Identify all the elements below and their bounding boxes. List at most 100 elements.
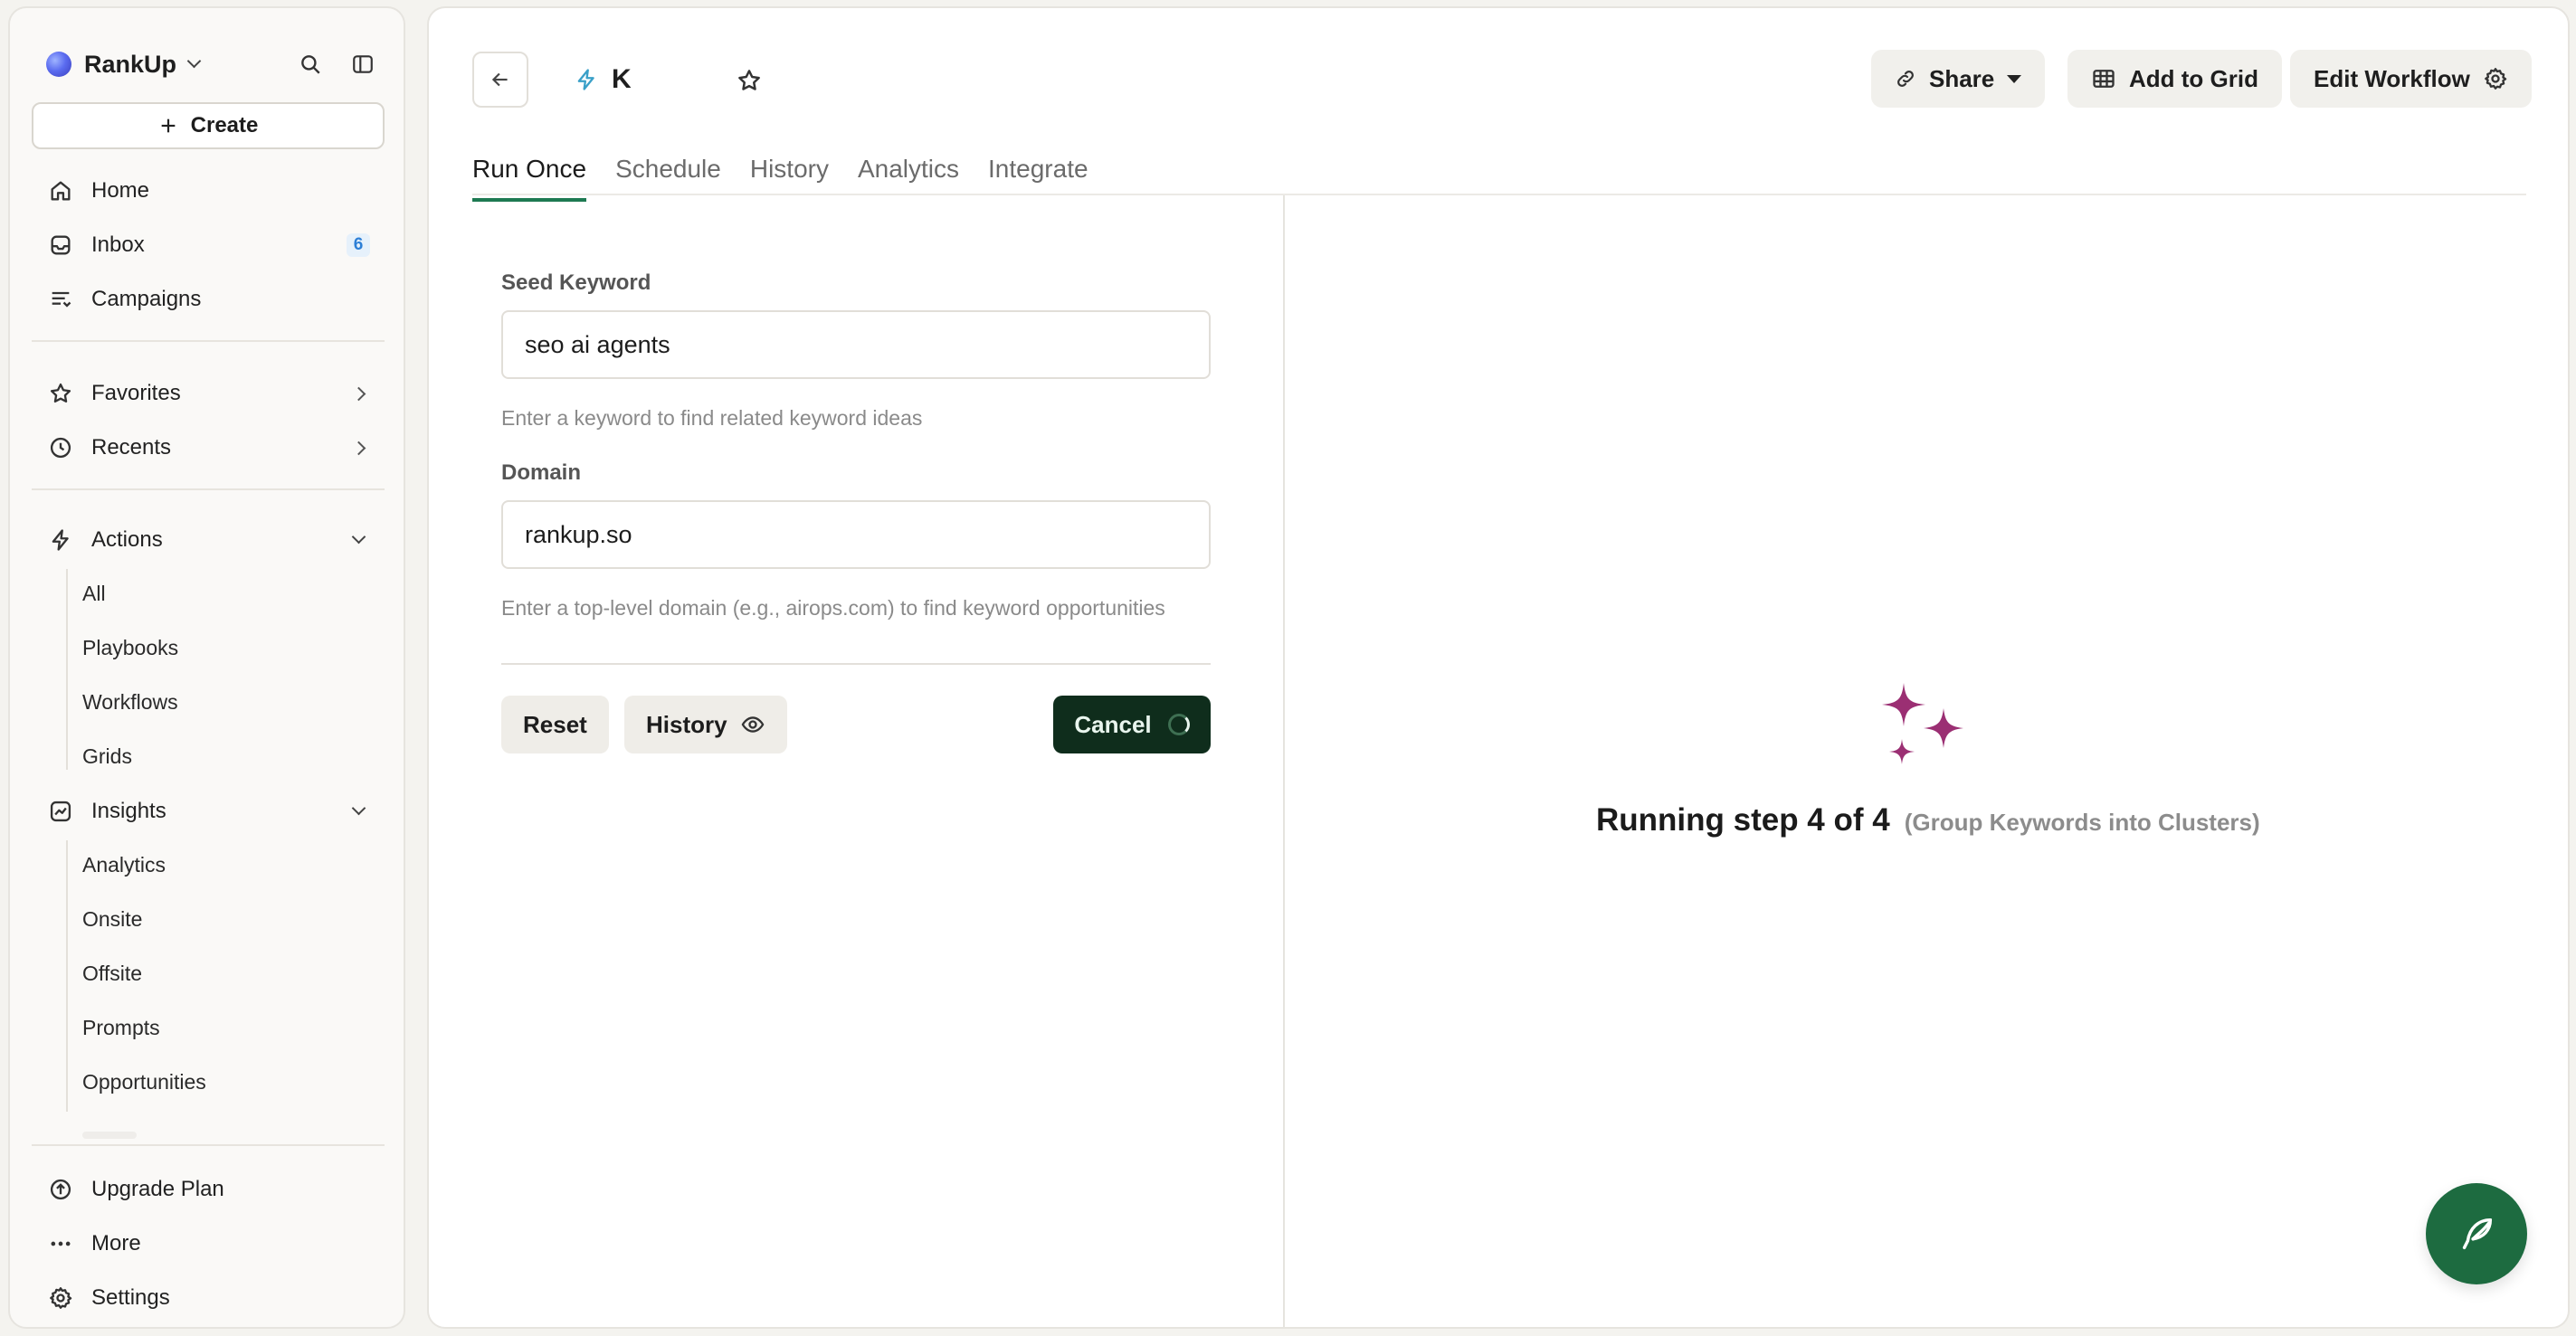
sidebar-subitem-workflows[interactable]: Workflows xyxy=(82,679,381,725)
edit-workflow-label: Edit Workflow xyxy=(2314,64,2470,92)
sidebar-subitem-opportunities[interactable]: Opportunities xyxy=(82,1059,381,1104)
main-panel: K Share Add to Grid Edit Workflow Run On… xyxy=(427,6,2570,1329)
create-label: Create xyxy=(190,113,259,137)
panel-splitter xyxy=(1283,195,1285,1329)
sidebar-subitem-playbooks[interactable]: Playbooks xyxy=(82,625,381,670)
back-button[interactable] xyxy=(472,52,528,108)
sidebar-item-insights[interactable]: Insights xyxy=(37,788,381,835)
toggle-sidebar-button[interactable] xyxy=(347,48,379,81)
sidebar-item-label: Home xyxy=(91,178,150,203)
sidebar-subitem-offsite[interactable]: Offsite xyxy=(82,951,381,996)
favorite-button[interactable] xyxy=(733,64,765,97)
sidebar-panel-icon xyxy=(353,55,373,73)
home-icon xyxy=(51,181,71,201)
sidebar-item-campaigns[interactable]: Campaigns xyxy=(37,276,381,323)
sidebar-item-label: Actions xyxy=(91,527,163,552)
workspace-switcher[interactable]: RankUp xyxy=(46,46,202,82)
chevron-down-icon xyxy=(351,529,366,545)
cancel-label: Cancel xyxy=(1074,710,1152,738)
sidebar-item-inbox[interactable]: Inbox 6 xyxy=(37,222,381,269)
gear-icon xyxy=(2484,68,2507,90)
tabs-divider xyxy=(472,194,2526,195)
sidebar-item-upgrade-plan[interactable]: Upgrade Plan xyxy=(37,1166,381,1213)
chevron-right-icon xyxy=(351,386,366,401)
run-status: Running step 4 of 4 (Group Keywords into… xyxy=(1596,802,2260,839)
sidebar-item-settings[interactable]: Settings xyxy=(37,1274,381,1322)
sidebar-item-recents[interactable]: Recents xyxy=(37,424,381,471)
star-icon xyxy=(50,383,71,403)
sidebar: RankUp Create Home Inbox 6 Campaigns Fav… xyxy=(8,6,405,1329)
sidebar-item-home[interactable]: Home xyxy=(37,167,381,214)
seed-keyword-input[interactable] xyxy=(501,310,1211,379)
campaigns-list-icon xyxy=(52,291,71,308)
assistant-fab-button[interactable] xyxy=(2426,1183,2527,1284)
sidebar-item-favorites[interactable]: Favorites xyxy=(37,370,381,417)
history-label: History xyxy=(646,710,727,738)
sidebar-item-label: Inbox xyxy=(91,232,145,257)
clock-icon xyxy=(50,437,71,459)
sidebar-subitem-all[interactable]: All xyxy=(82,571,381,616)
caret-down-icon xyxy=(2007,74,2022,83)
tree-guide-line xyxy=(66,840,68,1112)
grid-table-icon xyxy=(2093,70,2115,88)
gear-icon xyxy=(50,1287,72,1309)
search-icon xyxy=(301,55,320,74)
sidebar-item-actions[interactable]: Actions xyxy=(37,516,381,564)
reset-label: Reset xyxy=(523,710,587,738)
feather-quill-icon xyxy=(2462,1218,2493,1250)
lightning-icon xyxy=(52,529,69,551)
sidebar-subitem-onsite[interactable]: Onsite xyxy=(82,896,381,942)
seed-keyword-help: Enter a keyword to find related keyword … xyxy=(501,406,923,430)
sidebar-item-label: Upgrade Plan xyxy=(91,1177,224,1201)
chart-trend-icon xyxy=(50,801,71,822)
inbox-icon xyxy=(51,235,71,255)
upgrade-arrow-icon xyxy=(50,1179,71,1200)
sidebar-item-label: Insights xyxy=(91,799,166,823)
sidebar-subitem-analytics[interactable]: Analytics xyxy=(82,842,381,887)
sidebar-divider xyxy=(32,488,385,490)
share-label: Share xyxy=(1929,64,1995,92)
form-divider xyxy=(501,663,1211,665)
sidebar-subitem-grids[interactable]: Grids xyxy=(82,734,381,779)
sidebar-item-label: Recents xyxy=(91,435,172,460)
link-icon xyxy=(1897,71,1914,87)
sidebar-item-label: Settings xyxy=(91,1285,170,1310)
sidebar-item-label: More xyxy=(91,1231,141,1255)
star-icon xyxy=(738,70,760,90)
workflow-title: K xyxy=(574,64,632,95)
sparkles-icon xyxy=(1882,683,1963,764)
sidebar-item-more[interactable]: More xyxy=(37,1220,381,1267)
sidebar-subitem-prompts[interactable]: Prompts xyxy=(82,1005,381,1050)
lightning-icon xyxy=(577,69,594,90)
sidebar-divider xyxy=(32,1144,385,1146)
chevron-down-icon xyxy=(351,801,366,816)
edit-workflow-button[interactable]: Edit Workflow xyxy=(2290,50,2532,108)
seed-keyword-label: Seed Keyword xyxy=(501,270,651,295)
sidebar-item-label: Favorites xyxy=(91,381,181,405)
add-to-grid-label: Add to Grid xyxy=(2129,64,2258,92)
chevron-right-icon xyxy=(351,441,366,455)
workspace-logo xyxy=(46,52,71,77)
sidebar-subitem-clipped xyxy=(82,1112,381,1139)
page-title: K xyxy=(612,64,632,94)
eye-icon xyxy=(741,716,764,733)
search-button[interactable] xyxy=(294,48,327,81)
cancel-button[interactable]: Cancel xyxy=(1053,696,1211,753)
chevron-down-icon xyxy=(186,53,202,69)
history-button[interactable]: History xyxy=(624,696,787,753)
tree-guide-line xyxy=(66,569,68,770)
reset-button[interactable]: Reset xyxy=(501,696,609,753)
more-dots-icon xyxy=(51,1241,71,1246)
sidebar-item-label: Campaigns xyxy=(91,287,202,311)
loading-spinner-icon xyxy=(1167,714,1190,735)
create-button[interactable]: Create xyxy=(32,102,385,149)
workspace-name: RankUp xyxy=(84,50,177,78)
sidebar-divider xyxy=(32,340,385,342)
add-to-grid-button[interactable]: Add to Grid xyxy=(2067,50,2282,108)
plus-icon xyxy=(161,118,175,133)
domain-input[interactable] xyxy=(501,500,1211,569)
run-status-step-name: (Group Keywords into Clusters) xyxy=(1904,809,2260,836)
share-button[interactable]: Share xyxy=(1871,50,2046,108)
arrow-left-icon xyxy=(491,72,508,87)
clipped-item-hint xyxy=(82,1132,137,1139)
